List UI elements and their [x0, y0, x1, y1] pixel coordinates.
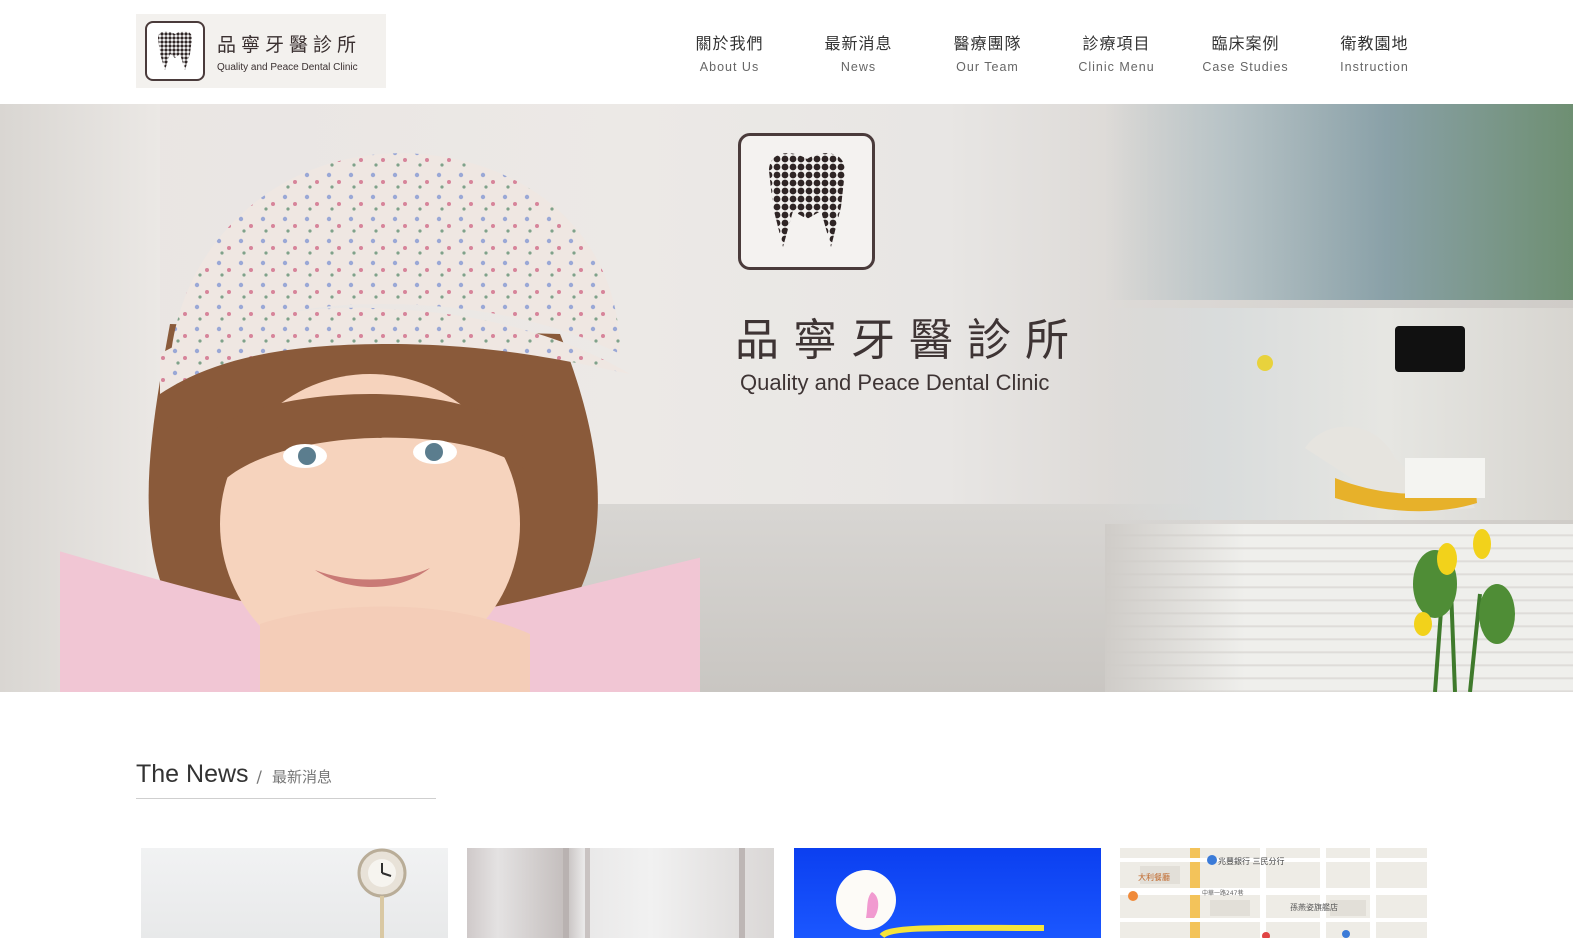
hero-clinic-name-zh: 品寧牙醫診所 [735, 315, 1083, 366]
nav-item-team[interactable]: 醫療團隊 Our Team [923, 30, 1052, 74]
logo-name-en: Quality and Peace Dental Clinic [217, 61, 358, 73]
site-header: 品寧牙醫診所 Quality and Peace Dental Clinic 關… [0, 0, 1573, 104]
hero-girl-image [60, 153, 700, 692]
clinic-treatment-room-photo [1105, 308, 1573, 520]
news-card-4-map[interactable]: 兆豐銀行 三民分行 大利餐廳 中華一路247巷 孫燕姿旗艦店 [1120, 848, 1427, 938]
news-section-heading: The News / 最新消息 [136, 760, 436, 799]
map-label-street: 中華一路247巷 [1202, 889, 1243, 897]
map-label-restaurant: 大利餐廳 [1138, 872, 1170, 882]
hero-tooth-logo-icon [738, 133, 875, 270]
news-card-list: 兆豐銀行 三民分行 大利餐廳 中華一路247巷 孫燕姿旗艦店 [141, 848, 1431, 938]
map-label-store: 孫燕姿旗艦店 [1290, 902, 1338, 912]
clinic-entrance-photo [1105, 104, 1573, 300]
tooth-logo-icon [145, 21, 205, 81]
logo-name-zh: 品寧牙醫診所 [217, 33, 362, 56]
news-card-2[interactable] [467, 848, 774, 938]
news-title-zh: 最新消息 [271, 768, 332, 786]
news-card-4-map-image: 兆豐銀行 三民分行 大利餐廳 中華一路247巷 孫燕姿旗艦店 [1120, 848, 1427, 938]
nav-item-about[interactable]: 關於我們 About Us [665, 30, 794, 74]
nav-item-clinic-menu[interactable]: 診療項目 Clinic Menu [1052, 30, 1181, 74]
news-card-1-image [357, 848, 407, 938]
news-card-3[interactable] [794, 848, 1101, 938]
hero-clinic-name-en: Quality and Peace Dental Clinic [740, 370, 1050, 395]
main-nav: 關於我們 About Us 最新消息 News 醫療團隊 Our Team 診療… [665, 30, 1439, 74]
news-card-3-image [836, 870, 1045, 938]
nav-item-instruction[interactable]: 衛教園地 Instruction [1310, 30, 1439, 74]
hero-banner: 品寧牙醫診所 Quality and Peace Dental Clinic [0, 104, 1573, 692]
news-title: The News [136, 760, 249, 788]
news-card-1[interactable] [141, 848, 448, 938]
nav-item-news[interactable]: 最新消息 News [794, 30, 923, 74]
site-logo[interactable]: 品寧牙醫診所 Quality and Peace Dental Clinic [136, 14, 386, 88]
map-label-bank: 兆豐銀行 三民分行 [1218, 856, 1285, 866]
news-card-2-image [563, 848, 745, 938]
clinic-flower-window-photo [1105, 524, 1573, 692]
nav-item-case-studies[interactable]: 臨床案例 Case Studies [1181, 30, 1310, 74]
news-title-separator: / [256, 767, 262, 786]
